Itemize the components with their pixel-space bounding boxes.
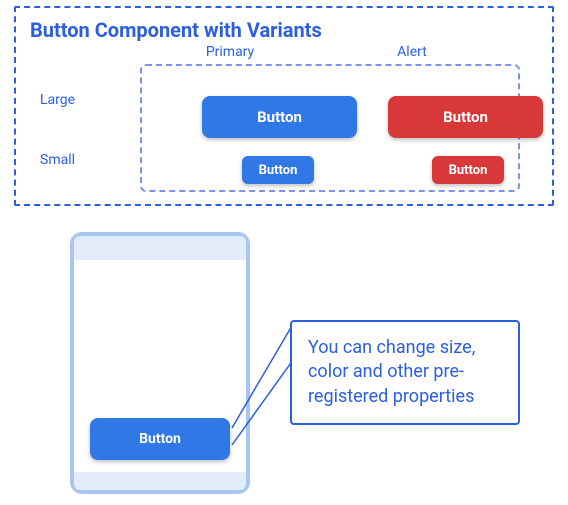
row-label-large: Large <box>40 92 75 108</box>
phone-nav-bar <box>74 472 246 490</box>
variants-panel: Button Component with Variants Primary A… <box>14 6 554 206</box>
instance-button[interactable]: Button <box>90 418 230 460</box>
callout-box: You can change size, color and other pre… <box>290 320 520 425</box>
column-header-primary: Primary <box>180 44 280 60</box>
row-label-small: Small <box>40 152 75 168</box>
column-header-alert: Alert <box>362 44 462 60</box>
panel-title: Button Component with Variants <box>30 18 538 42</box>
variant-button-small-alert[interactable]: Button <box>432 156 504 184</box>
variants-inner-frame: Button Button Button Button <box>140 64 520 192</box>
variant-button-small-primary[interactable]: Button <box>242 156 314 184</box>
phone-mockup: Button <box>70 232 250 494</box>
variant-button-large-primary[interactable]: Button <box>202 96 357 138</box>
variant-button-large-alert[interactable]: Button <box>388 96 543 138</box>
phone-status-bar <box>74 236 246 260</box>
